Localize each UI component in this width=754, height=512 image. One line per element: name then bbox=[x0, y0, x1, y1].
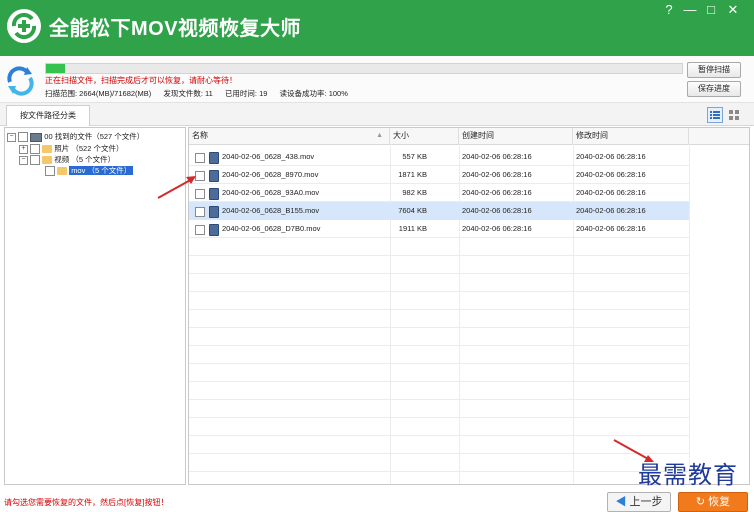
grid-view-icon[interactable] bbox=[726, 107, 742, 123]
file-created: 2040-02-06 06:28:16 bbox=[462, 170, 532, 179]
folder-icon bbox=[57, 167, 68, 176]
tree-node-photos[interactable]: + 照片 （522 个文件） bbox=[19, 143, 124, 155]
maximize-button[interactable]: □ bbox=[702, 2, 720, 18]
pause-scan-button[interactable]: 暂停扫描 bbox=[687, 62, 741, 78]
found-count: 发现文件数: 11 bbox=[163, 89, 213, 98]
file-created: 2040-02-06 06:28:16 bbox=[462, 152, 532, 161]
list-view-icon[interactable] bbox=[707, 107, 723, 123]
scan-status-panel: 正在扫描文件，扫描完成后才可以恢复，请耐心等待！ 扫描范围: 2664(MB)/… bbox=[0, 56, 754, 103]
file-row[interactable]: 2040-02-06_0628_8970.mov 1871 KB 2040-02… bbox=[189, 166, 689, 184]
back-arrow-icon: ◀ bbox=[615, 496, 627, 508]
folder-icon bbox=[42, 156, 53, 165]
file-checkbox[interactable] bbox=[195, 171, 205, 181]
file-created: 2040-02-06 06:28:16 bbox=[462, 206, 532, 215]
recover-button[interactable]: ↻ 恢复 bbox=[678, 492, 748, 512]
save-progress-button[interactable]: 保存进度 bbox=[687, 81, 741, 97]
file-size: 7604 KB bbox=[398, 206, 427, 215]
scan-progress-bar bbox=[45, 63, 683, 74]
column-size-header[interactable]: 大小 bbox=[390, 128, 459, 144]
file-modified: 2040-02-06 06:28:16 bbox=[576, 224, 646, 233]
tab-by-path[interactable]: 按文件路径分类 bbox=[6, 105, 90, 126]
file-size: 1911 KB bbox=[398, 224, 427, 233]
tree-checkbox-root[interactable] bbox=[18, 132, 29, 143]
file-checkbox[interactable] bbox=[195, 225, 205, 235]
tree-node-videos[interactable]: − 视频 （5 个文件） bbox=[19, 154, 116, 166]
recycle-icon bbox=[4, 64, 36, 96]
tree-label-mov: mov （5 个文件） bbox=[69, 166, 134, 175]
tree-node-mov[interactable]: mov （5 个文件） bbox=[45, 165, 134, 177]
file-name: 2040-02-06_0628_438.mov bbox=[222, 152, 315, 161]
video-file-icon bbox=[209, 206, 219, 218]
help-button[interactable]: ? bbox=[660, 2, 678, 18]
previous-step-button[interactable]: ◀ 上一步 bbox=[607, 492, 671, 512]
column-name-label: 名称 bbox=[192, 131, 208, 140]
file-row-selected[interactable]: 2040-02-06_0628_B155.mov 7604 KB 2040-02… bbox=[189, 202, 689, 220]
video-file-icon bbox=[209, 188, 219, 200]
file-name: 2040-02-06_0628_93A0.mov bbox=[222, 188, 320, 197]
file-name: 2040-02-06_0628_8970.mov bbox=[222, 170, 319, 179]
scan-info-line: 扫描范围: 2664(MB)/71682(MB) 发现文件数: 11 已用时间:… bbox=[45, 88, 358, 99]
file-size: 557 KB bbox=[402, 152, 427, 161]
title-bar: 全能松下MOV视频恢复大师 ? — □ ✕ bbox=[0, 0, 754, 56]
file-list-header: 名称 ▲ 大小 创建时间 修改时间 bbox=[189, 128, 749, 145]
file-modified: 2040-02-06 06:28:16 bbox=[576, 188, 646, 197]
file-checkbox[interactable] bbox=[195, 153, 205, 163]
read-rate: 读设备成功率: 100% bbox=[279, 89, 348, 98]
file-row[interactable]: 2040-02-06_0628_93A0.mov 982 KB 2040-02-… bbox=[189, 184, 689, 202]
tree-node-root[interactable]: − 00 找到的文件（527 个文件） bbox=[7, 131, 145, 143]
scan-status-message: 正在扫描文件，扫描完成后才可以恢复，请耐心等待！ bbox=[45, 76, 237, 85]
file-list: 名称 ▲ 大小 创建时间 修改时间 2040-02-06_0628_438.mo… bbox=[188, 127, 750, 485]
watermark: 最需教育 bbox=[638, 461, 738, 489]
drive-icon bbox=[30, 132, 43, 142]
file-checkbox[interactable] bbox=[195, 207, 205, 217]
file-modified: 2040-02-06 06:28:16 bbox=[576, 152, 646, 161]
column-modified-header[interactable]: 修改时间 bbox=[573, 128, 689, 144]
app-title: 全能松下MOV视频恢复大师 bbox=[49, 18, 302, 40]
expand-icon[interactable]: + bbox=[19, 144, 28, 154]
file-checkbox[interactable] bbox=[195, 189, 205, 199]
collapse-icon[interactable]: − bbox=[19, 155, 28, 165]
tree-checkbox-photos[interactable] bbox=[30, 144, 41, 155]
minimize-button[interactable]: — bbox=[681, 2, 699, 18]
file-modified: 2040-02-06 06:28:16 bbox=[576, 170, 646, 179]
folder-icon bbox=[42, 145, 53, 154]
collapse-icon[interactable]: − bbox=[7, 132, 16, 142]
file-row[interactable]: 2040-02-06_0628_D7B0.mov 1911 KB 2040-02… bbox=[189, 220, 689, 238]
sort-arrow-icon: ▲ bbox=[376, 132, 383, 139]
tree-label-root: 00 找到的文件（527 个文件） bbox=[44, 132, 145, 141]
tree-label-photos: 照片 （522 个文件） bbox=[54, 144, 124, 153]
previous-step-label: 上一步 bbox=[629, 496, 663, 508]
file-name: 2040-02-06_0628_D7B0.mov bbox=[222, 224, 321, 233]
close-button[interactable]: ✕ bbox=[724, 2, 742, 18]
column-created-header[interactable]: 创建时间 bbox=[459, 128, 573, 144]
refresh-icon: ↻ bbox=[695, 496, 706, 508]
tree-label-videos: 视频 （5 个文件） bbox=[54, 155, 116, 164]
app-logo-icon bbox=[7, 9, 41, 43]
tree-checkbox-mov[interactable] bbox=[45, 166, 55, 177]
file-size: 1871 KB bbox=[398, 170, 427, 179]
folder-tree: − 00 找到的文件（527 个文件） + 照片 （522 个文件） − 视频 … bbox=[4, 127, 186, 485]
recover-label: 恢复 bbox=[708, 496, 731, 508]
video-file-icon bbox=[209, 224, 219, 236]
video-file-icon bbox=[209, 170, 219, 182]
elapsed-time: 已用时间: 19 bbox=[224, 89, 268, 98]
file-size: 982 KB bbox=[402, 188, 427, 197]
file-created: 2040-02-06 06:28:16 bbox=[462, 224, 532, 233]
file-name: 2040-02-06_0628_B155.mov bbox=[222, 206, 320, 215]
file-modified: 2040-02-06 06:28:16 bbox=[576, 206, 646, 215]
file-row[interactable]: 2040-02-06_0628_438.mov 557 KB 2040-02-0… bbox=[189, 148, 689, 166]
scan-range: 扫描范围: 2664(MB)/71682(MB) bbox=[45, 89, 152, 98]
column-name-header[interactable]: 名称 ▲ bbox=[189, 128, 390, 144]
file-created: 2040-02-06 06:28:16 bbox=[462, 188, 532, 197]
scan-progress-fill bbox=[46, 64, 66, 73]
tab-bar: 按文件路径分类 bbox=[0, 103, 754, 126]
footer-hint: 请勾选您需要恢复的文件，然后点[恢复]按钮！ bbox=[4, 498, 169, 507]
video-file-icon bbox=[209, 152, 219, 164]
tree-checkbox-videos[interactable] bbox=[30, 155, 41, 166]
